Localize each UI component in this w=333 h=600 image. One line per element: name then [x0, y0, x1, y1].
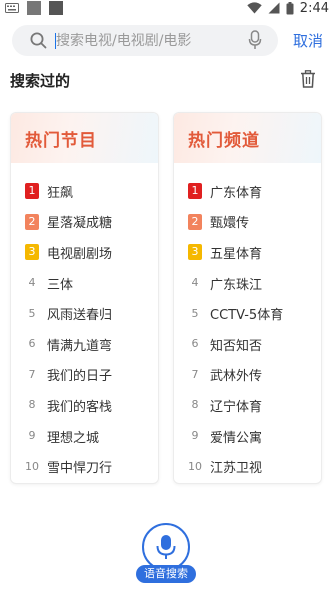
hot-channels-card: 热门频道 1 广东体育 2 甄嬛传 3 五星体育 4 广东珠江 5 CCTV-5体育 6知…	[173, 112, 322, 484]
keyboard-icon	[5, 3, 19, 13]
rank-badge: 5	[191, 306, 199, 320]
program-name: 理想之城	[47, 430, 100, 446]
hot-channels-header: 热门频道	[174, 113, 321, 163]
program-name: 情满九道弯	[47, 338, 113, 354]
rank-badge: 10	[25, 459, 39, 473]
rank-badge: 3	[25, 244, 39, 261]
list-item[interactable]: 2 星落凝成糖	[25, 207, 155, 238]
list-item[interactable]: 4 三体	[25, 268, 155, 299]
list-item[interactable]: 8 我们的客栈	[25, 390, 155, 421]
signal-icon	[268, 2, 280, 14]
program-name: 我们的日子	[47, 369, 113, 385]
program-name: 雪中悍刀行	[47, 461, 113, 477]
text-caret	[55, 33, 56, 49]
search-input[interactable]	[52, 25, 246, 56]
rank-badge: 2	[188, 213, 202, 230]
rank-badge: 1	[188, 183, 202, 200]
list-item[interactable]: 6 知否知否	[188, 329, 318, 360]
rank-badge: 6	[191, 337, 199, 351]
status-bar: 2:44	[0, 0, 333, 24]
rank-badge: 3	[188, 244, 202, 261]
notification-icon	[49, 1, 63, 15]
list-item[interactable]: 6 情满九道弯	[25, 329, 155, 360]
microphone-icon	[156, 535, 176, 559]
channel-name: 知否知否	[210, 338, 263, 354]
rank-badge: 1	[25, 183, 39, 200]
hot-channels-title: 热门频道	[188, 131, 260, 151]
list-item[interactable]: 2 甄嬛传	[188, 207, 318, 238]
cancel-button[interactable]: 取消	[293, 30, 323, 51]
program-name: 星落凝成糖	[47, 216, 113, 232]
list-item[interactable]: 1 狂飙	[25, 176, 155, 207]
channel-name: 爱情公寓	[210, 430, 263, 446]
channel-name: 武林外传	[210, 369, 263, 385]
rank-badge: 8	[191, 398, 199, 412]
list-item[interactable]: 4 广东珠江	[188, 268, 318, 299]
list-item[interactable]: 8 辽宁体育	[188, 390, 318, 421]
rank-badge: 5	[28, 306, 36, 320]
channel-name: CCTV-5体育	[210, 308, 284, 324]
rank-badge: 4	[28, 276, 36, 290]
channel-name: 辽宁体育	[210, 399, 263, 415]
channel-name: 江苏卫视	[210, 461, 263, 477]
program-name: 风雨送春归	[47, 308, 113, 324]
clock: 2:44	[299, 0, 329, 16]
list-item[interactable]: 10 江苏卫视	[188, 451, 318, 482]
list-item[interactable]: 3 电视剧剧场	[25, 237, 155, 268]
program-name: 狂飙	[47, 185, 74, 201]
rank-badge: 4	[191, 276, 199, 290]
channel-name: 广东珠江	[210, 277, 263, 293]
status-right-icons: 2:44	[247, 0, 329, 16]
rank-badge: 9	[191, 429, 199, 443]
status-left-icons	[5, 1, 63, 15]
list-item[interactable]: 5 CCTV-5体育	[188, 298, 318, 329]
rank-badge: 8	[28, 398, 36, 412]
list-item[interactable]: 7 我们的日子	[25, 360, 155, 391]
trash-icon[interactable]	[300, 70, 316, 88]
list-item[interactable]: 10 雪中悍刀行	[25, 451, 155, 482]
microphone-icon[interactable]	[248, 30, 262, 50]
list-item[interactable]: 7 武林外传	[188, 360, 318, 391]
voice-search-label[interactable]: 语音搜索	[136, 565, 196, 583]
rank-badge: 7	[28, 367, 36, 381]
voice-search-button[interactable]	[142, 523, 190, 571]
hot-programs-header: 热门节目	[11, 113, 158, 163]
program-name: 电视剧剧场	[47, 246, 113, 262]
channel-name: 五星体育	[210, 246, 263, 262]
search-box[interactable]	[12, 25, 278, 56]
rank-badge: 10	[188, 459, 202, 473]
hot-programs-title: 热门节目	[25, 131, 97, 151]
wifi-icon	[247, 2, 262, 14]
search-icon	[30, 32, 47, 49]
hot-programs-card: 热门节目 1 狂飙 2 星落凝成糖 3 电视剧剧场 4 三体 5 风雨送春归 6 情满九道弯…	[10, 112, 159, 484]
list-item[interactable]: 9 理想之城	[25, 421, 155, 452]
history-title: 搜索过的	[10, 72, 71, 90]
battery-icon	[286, 1, 294, 14]
list-item[interactable]: 5 风雨送春归	[25, 298, 155, 329]
rank-badge: 6	[28, 337, 36, 351]
rank-badge: 9	[28, 429, 36, 443]
channel-name: 广东体育	[210, 185, 263, 201]
list-item[interactable]: 9 爱情公寓	[188, 421, 318, 452]
list-item[interactable]: 1 广东体育	[188, 176, 318, 207]
list-item[interactable]: 3 五星体育	[188, 237, 318, 268]
hot-programs-list: 1 狂飙 2 星落凝成糖 3 电视剧剧场 4 三体 5 风雨送春归 6 情满九道弯 7 我们的…	[25, 176, 155, 482]
notification-icon	[27, 1, 41, 15]
hot-channels-list: 1 广东体育 2 甄嬛传 3 五星体育 4 广东珠江 5 CCTV-5体育 6 知否知否 7…	[188, 176, 318, 482]
channel-name: 甄嬛传	[210, 216, 250, 232]
rank-badge: 7	[191, 367, 199, 381]
program-name: 我们的客栈	[47, 399, 113, 415]
program-name: 三体	[47, 277, 74, 293]
rank-badge: 2	[25, 213, 39, 230]
